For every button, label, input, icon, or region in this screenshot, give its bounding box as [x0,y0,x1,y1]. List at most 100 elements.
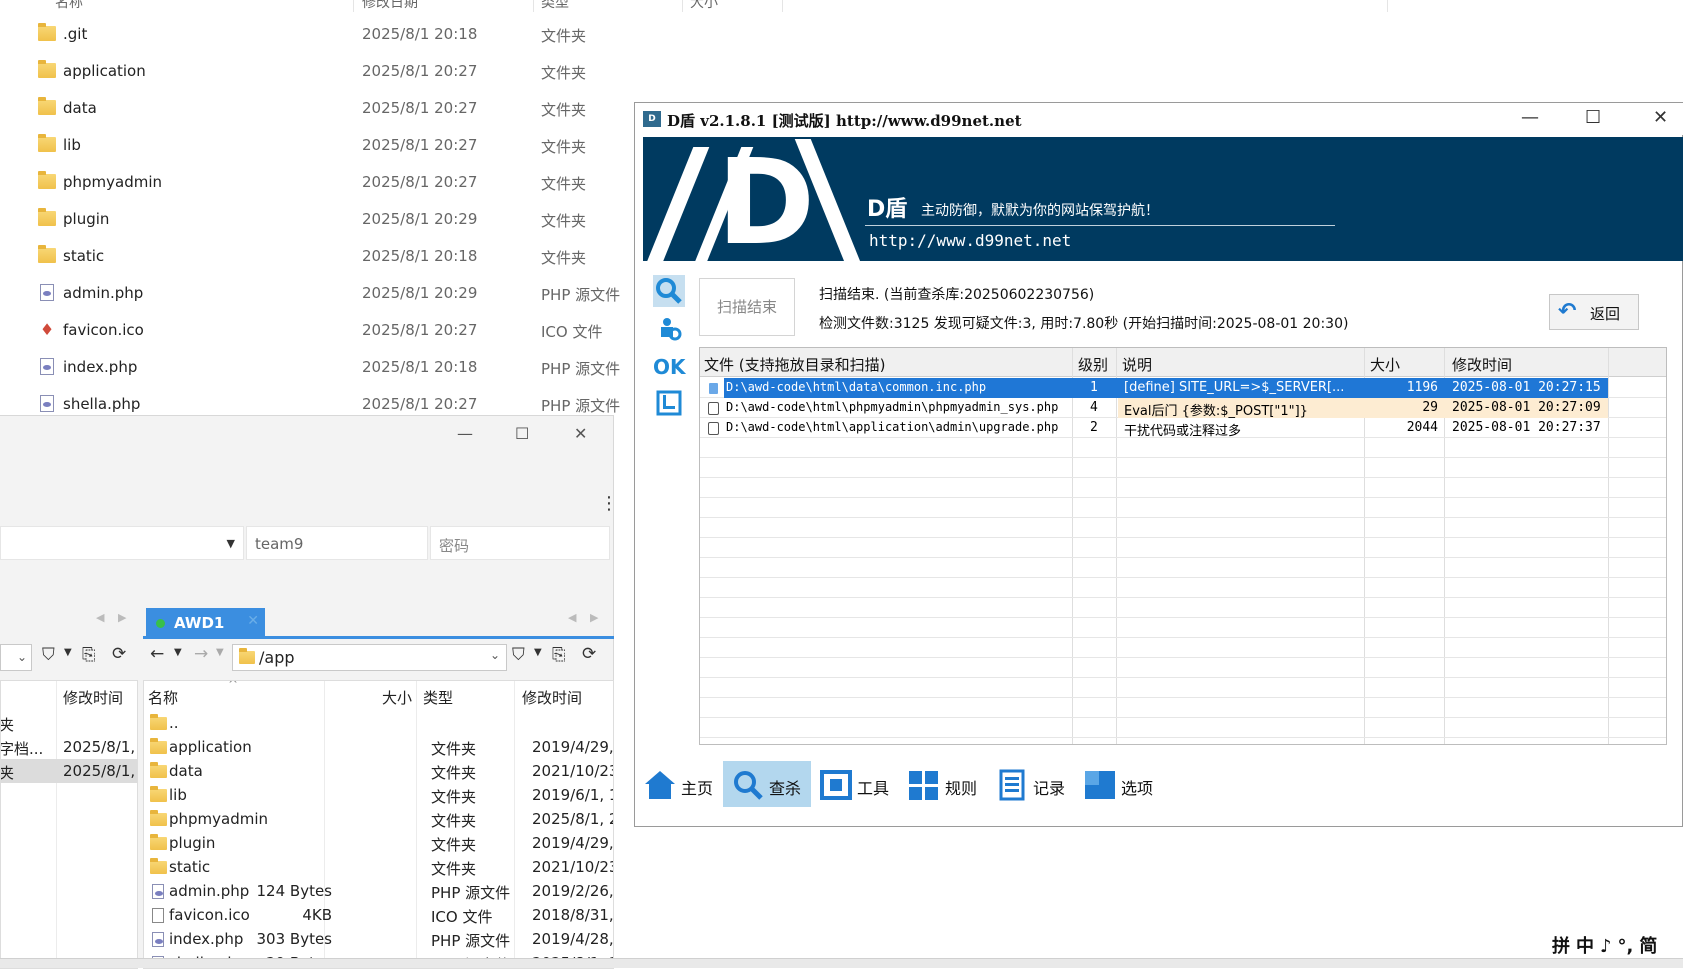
chevron-down-icon[interactable]: ▼ [174,647,182,658]
file-checkbox-icon[interactable] [708,402,719,415]
list-item[interactable]: application 2025/8/1 20:27 文件夹 [0,53,620,90]
table-row[interactable]: 字档... 2025/8/1, [1,735,137,759]
minimize-button[interactable]: — [1521,107,1539,128]
save-icon[interactable] [653,387,685,419]
column-header-date[interactable]: 修改时间 [522,687,582,708]
scan-search-icon[interactable] [653,275,685,307]
nav-home[interactable]: 主页 [635,761,713,807]
list-item[interactable]: data 2025/8/1 20:27 文件夹 [0,90,620,127]
nav-rules[interactable]: 规则 [899,761,977,807]
more-menu-icon[interactable]: ⋮ [600,493,618,514]
file-type: 文件夹 [431,860,477,878]
table-row[interactable]: static 文件夹 2021/10/23 [144,855,613,879]
new-folder-icon[interactable]: ⎘ [552,645,566,665]
new-folder-icon[interactable]: ⎘ [82,645,96,665]
ime-chinese-icon[interactable]: 中 [1576,936,1594,957]
ime-status-bar[interactable]: 拼中 ♪ °, 简 [1552,932,1683,958]
column-header-size[interactable]: 大小 [382,687,412,708]
minimize-button[interactable]: — [457,424,473,443]
table-row[interactable]: D:\awd-code\html\data\common.inc.php 1 [de… [700,378,1608,398]
close-button[interactable]: ✕ [1653,107,1668,128]
file-checkbox-icon[interactable] [708,382,719,395]
chevron-down-icon[interactable]: ▼ [64,647,72,658]
local-file-list[interactable]: 修改时间 夹字档... 2025/8/1, 夹 2025/8/1, [0,680,138,969]
remote-file-list[interactable]: 名称 ^ 大小 类型 修改时间 .. application 文件夹 2019/4/2… [143,680,614,969]
list-item[interactable]: phpmyadmin 2025/8/1 20:27 文件夹 [0,164,620,201]
left-path-dropdown[interactable]: ⌄ [0,644,32,671]
list-item[interactable]: admin.php 2025/8/1 20:29 PHP 源文件 [0,275,620,312]
remote-path-input[interactable]: /app ⌄ [232,644,507,671]
column-header-name[interactable]: 名称 [55,0,83,12]
file-type: 文件夹 [541,101,587,119]
column-header-type[interactable]: 类型 [541,0,569,12]
list-item[interactable]: lib 2025/8/1 20:27 文件夹 [0,127,620,164]
table-row[interactable]: 夹 2025/8/1, [1,759,137,783]
bookmark-icon[interactable]: ⛉ [42,645,55,665]
forward-arrow-icon[interactable]: → [194,644,208,664]
column-header-mtime[interactable]: 修改时间 [1452,354,1512,375]
tab-scroll-right-icon[interactable]: ▶ [118,611,126,624]
table-row[interactable]: plugin 文件夹 2019/4/29, [144,831,613,855]
refresh-icon[interactable]: ⟳ [112,644,126,664]
chevron-down-icon[interactable]: ▼ [534,647,542,658]
table-row[interactable]: lib 文件夹 2019/6/1, 1 [144,783,613,807]
scan-status-button[interactable]: 扫描结束 [699,278,795,336]
tab-scroll-left-icon[interactable]: ◀ [568,611,576,624]
file-checkbox-icon[interactable] [708,422,719,435]
table-row[interactable]: .. [144,711,613,735]
ime-pinyin-icon[interactable]: 拼 [1552,936,1570,957]
bookmark-icon[interactable]: ⛉ [512,645,525,665]
back-button[interactable]: ↶ 返回 [1549,294,1639,330]
list-item[interactable]: static 2025/8/1 20:18 文件夹 [0,238,620,275]
description: 干扰代码或注释过多 [1124,424,1242,439]
tab-scroll-left-icon[interactable]: ◀ [96,611,104,624]
process-icon[interactable] [653,313,685,345]
ime-simplified-icon[interactable]: 简 [1639,936,1657,957]
tab-awd1[interactable]: AWD1 ✕ [146,608,265,637]
ok-icon[interactable]: OK [653,351,686,383]
scan-results-table[interactable]: 文件 (支持拖放目录和扫描) 级别 说明 大小 修改时间 D:\awd-code… [699,347,1667,745]
column-header-size[interactable]: 大小 [1370,354,1400,375]
title-bar[interactable]: D D盾 v2.1.8.1 [测试版] http://www.d99net.ne… [635,103,1683,135]
table-row[interactable]: phpmyadmin 文件夹 2025/8/1, 2 [144,807,613,831]
maximize-button[interactable]: ☐ [1585,107,1601,128]
column-header-size[interactable]: 大小 [690,0,718,12]
table-row[interactable]: D:\awd-code\html\application\admin\upgra… [700,418,1608,439]
nav-search[interactable]: 查杀 [723,761,811,807]
list-item[interactable]: index.php 2025/8/1 20:18 PHP 源文件 [0,349,620,386]
mtime: 2025-08-01 20:27:37 [1452,420,1601,435]
column-header-level[interactable]: 级别 [1078,354,1108,375]
host-dropdown[interactable]: ▼ [0,526,244,560]
back-arrow-icon[interactable]: ← [150,644,164,664]
maximize-button[interactable]: ☐ [515,424,529,443]
column-header-desc[interactable]: 说明 [1122,354,1152,375]
list-item[interactable]: .git 2025/8/1 20:18 文件夹 [0,16,620,53]
ime-punct-icon[interactable]: °, [1618,936,1634,957]
tab-scroll-right-icon[interactable]: ▶ [590,611,598,624]
username-field[interactable]: team9 [246,526,428,560]
column-header-date[interactable]: 修改时间 [63,687,123,708]
column-header-file[interactable]: 文件 (支持拖放目录和扫描) [704,354,885,375]
file-name: index.php [63,358,138,376]
table-row[interactable]: data 文件夹 2021/10/23 [144,759,613,783]
list-item[interactable]: plugin 2025/8/1 20:29 文件夹 [0,201,620,238]
close-button[interactable]: ✕ [574,424,587,443]
table-row[interactable]: index.php 303 Bytes PHP 源文件 2019/4/28, [144,927,613,951]
tab-close-icon[interactable]: ✕ [247,613,259,629]
ime-moon-icon[interactable]: ♪ [1600,936,1612,957]
table-row[interactable]: D:\awd-code\html\phpmyadmin\phpmyadmin_s… [700,398,1608,419]
chevron-down-icon[interactable]: ▼ [216,647,224,658]
password-field[interactable]: 密码 [430,526,610,560]
nav-options[interactable]: 选项 [1075,761,1155,807]
nav-tools[interactable]: 工具 [811,761,889,807]
table-row[interactable]: admin.php 124 Bytes PHP 源文件 2019/2/26, [144,879,613,903]
nav-log[interactable]: 记录 [987,761,1065,807]
column-header-name[interactable]: 名称 [148,687,178,708]
column-header-date[interactable]: 修改日期 [362,0,418,12]
table-row[interactable]: application 文件夹 2019/4/29, [144,735,613,759]
table-row[interactable]: favicon.ico 4KB ICO 文件 2018/8/31, [144,903,613,927]
column-header-type[interactable]: 类型 [423,687,453,708]
refresh-icon[interactable]: ⟳ [582,644,596,664]
list-item[interactable]: ♦ favicon.ico 2025/8/1 20:27 ICO 文件 [0,312,620,349]
table-row[interactable]: 夹 [1,711,137,735]
